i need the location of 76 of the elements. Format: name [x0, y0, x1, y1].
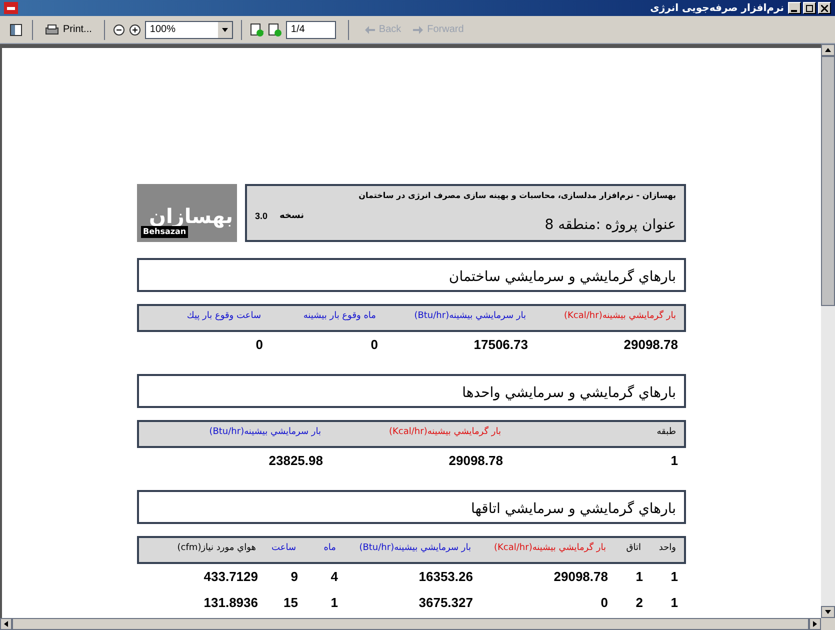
table-cell-text: 29098.78: [552, 568, 608, 586]
table-cell-text: 3675.327: [418, 594, 473, 612]
table-cell-text: 0: [600, 594, 608, 612]
table-cell-text: 9: [290, 568, 298, 586]
printer-icon: [45, 24, 59, 36]
column-header: بار سرمايشي بيشينه(Btu/hr): [208, 426, 321, 439]
column-header: بار سرمايشي بيشينه(Btu/hr): [413, 310, 526, 323]
right-triangle-icon: [813, 621, 817, 627]
scroll-up-button[interactable]: [821, 44, 835, 56]
table-cell-text: 23825.98: [268, 452, 323, 470]
scroll-right-button[interactable]: [809, 618, 821, 630]
column-header: هواي مورد نياز(cfm): [176, 542, 256, 555]
version-label: نسخه: [280, 210, 304, 223]
toggle-tree-button[interactable]: [8, 22, 24, 38]
close-icon: [821, 4, 828, 12]
zoom-out-icon: [112, 24, 125, 36]
column-header: ساعت: [270, 542, 296, 555]
project-title: عنوان پروژه :منطقه 8: [544, 216, 676, 235]
next-page-button[interactable]: [268, 22, 282, 36]
table-cell-text: 1: [670, 568, 678, 586]
scrollbar-corner: [821, 618, 835, 630]
table-cell-text: 4: [330, 568, 338, 586]
column-header: اتاق: [625, 542, 641, 555]
table-cell-text: 1: [670, 594, 678, 612]
table-cell-text: 0: [370, 336, 378, 354]
page-field[interactable]: 1/4: [286, 20, 336, 38]
scroll-left-button[interactable]: [0, 618, 12, 630]
zoom-out-button[interactable]: [112, 24, 125, 36]
right-arrow-icon: [413, 26, 424, 34]
down-triangle-icon: [825, 610, 831, 614]
table-cell-text: 2: [634, 594, 643, 612]
table-cell-text: 16353.26: [418, 568, 473, 586]
zoom-in-button[interactable]: [128, 24, 141, 36]
section-title: بارهاي گرمايشي و سرمايشي ساختمان: [448, 269, 676, 285]
table-cell-text: 1: [634, 568, 643, 586]
page-down-icon: [268, 22, 282, 36]
page-up-icon: [250, 22, 264, 36]
table-cell-text: 1: [330, 594, 338, 612]
caret-icon: [218, 22, 232, 38]
left-triangle-icon: [4, 621, 8, 627]
column-header: طبقه: [656, 426, 676, 439]
column-header: واحد: [658, 542, 676, 555]
minimize-button[interactable]: [788, 2, 801, 14]
scroll-down-button[interactable]: [821, 606, 835, 618]
column-header: ماه وقوع بار بيشينه: [302, 310, 376, 323]
left-arrow-icon: [364, 26, 375, 34]
panel-icon: [10, 24, 22, 36]
column-header: بار سرمايشي بيشينه(Btu/hr): [358, 542, 471, 555]
close-button[interactable]: [818, 2, 831, 14]
scroll-thumb[interactable]: [821, 56, 835, 306]
zoom-in-icon: [128, 24, 141, 36]
table-cell-text: 0: [254, 336, 263, 354]
maximize-icon: [806, 4, 813, 12]
table-cell-text: 131.8936: [202, 594, 258, 612]
window-title: نرم‌افزار صرفه‌جویی انرژی: [650, 2, 784, 16]
zoom-dropdown[interactable]: 100%: [144, 20, 233, 38]
table-cell-text: 1: [670, 452, 678, 470]
up-triangle-icon: [825, 48, 831, 52]
table-cell-text: 15: [282, 594, 298, 612]
column-header: بار گرمايشي بيشينه(Kcal/hr): [562, 310, 676, 323]
table-cell-text: 433.7129: [202, 568, 258, 586]
section-title: بارهاي گرمايشي و سرمايشي واحدها: [462, 385, 676, 401]
table-cell-text: 29098.78: [622, 336, 678, 354]
report-subtitle: بهسازان - نرم‌افزار مدلسازی، محاسبات و بهینه سازی مصرف انرژی در ساختمان: [358, 190, 676, 202]
section-title: بارهاي گرمايشي و سرمايشي اتاقها: [470, 501, 676, 517]
column-header: بار گرمايشي بيشينه(Kcal/hr): [492, 542, 606, 555]
maximize-button[interactable]: [803, 2, 816, 14]
version-number: 3.0: [255, 210, 268, 223]
table-cell-text: 17506.73: [472, 336, 528, 354]
column-header: بار گرمايشي بيشينه(Kcal/hr): [388, 426, 501, 439]
app-icon: [4, 2, 18, 14]
print-button[interactable]: Print...: [41, 22, 96, 37]
column-header: ساعت وقوع بار پيك: [186, 310, 261, 323]
previous-page-button[interactable]: [250, 22, 264, 36]
column-header: ماه: [322, 542, 336, 555]
table-cell-text: 29098.78: [448, 452, 503, 470]
